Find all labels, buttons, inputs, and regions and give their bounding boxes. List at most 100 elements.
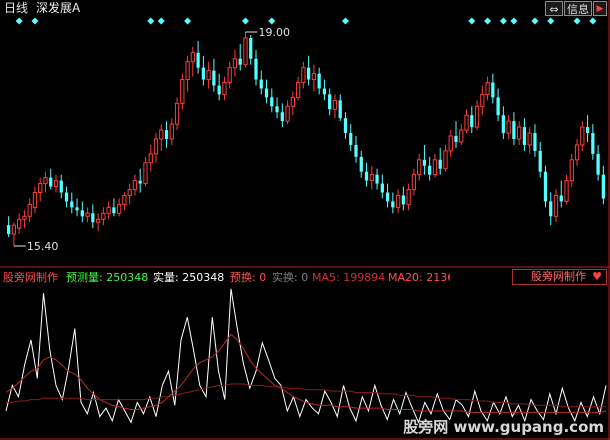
candle-body — [122, 194, 127, 205]
stock-name[interactable]: 深发展A — [36, 1, 80, 15]
candle — [27, 198, 32, 223]
layout-switch-icon[interactable]: ⇔ — [545, 1, 563, 16]
candle-body — [522, 127, 527, 145]
candle — [153, 133, 159, 163]
candle-body — [280, 112, 284, 122]
info-button[interactable]: 信息 — [564, 1, 592, 16]
candle — [232, 49, 238, 77]
candle-body — [70, 201, 74, 208]
candle — [227, 61, 232, 89]
candle — [122, 192, 127, 211]
ma5-readout: MA5: 199894 — [312, 271, 385, 284]
candle-body — [206, 70, 211, 81]
actual-turnover-label: 实换: — [272, 271, 298, 284]
candle — [438, 147, 442, 175]
candle — [380, 174, 384, 199]
candle — [401, 186, 405, 211]
candle — [375, 168, 379, 190]
forecast-turnover-value: 0 — [259, 271, 267, 284]
candle-body — [27, 203, 32, 217]
dropdown-heart-icon: ♥ — [592, 270, 602, 283]
candle-body — [464, 114, 469, 131]
candle-body — [480, 93, 485, 107]
forecast-turnover-label: 预换: — [230, 271, 256, 284]
candle — [591, 124, 595, 160]
candle-body — [591, 133, 595, 154]
candle-body — [459, 129, 464, 143]
candle-body — [322, 88, 327, 95]
candle — [7, 216, 11, 238]
candle — [106, 201, 111, 220]
candle-body — [164, 130, 169, 139]
candle — [159, 124, 164, 151]
forecast-turnover: 预换: 0 — [230, 271, 266, 284]
candle — [580, 121, 585, 151]
watermark: 股旁网 www.gupang.com — [403, 418, 604, 436]
candle — [474, 100, 480, 131]
candle-body — [448, 135, 453, 152]
candle-body — [328, 94, 332, 110]
candle — [64, 186, 69, 208]
candle-body — [501, 115, 505, 134]
candle — [522, 118, 527, 151]
candle-body — [232, 58, 238, 69]
candle — [417, 153, 422, 181]
candle — [322, 79, 327, 101]
candle-body — [38, 183, 43, 193]
candle — [70, 192, 74, 214]
candle-body — [422, 159, 427, 166]
candle — [307, 55, 311, 86]
candle-body — [375, 174, 379, 184]
forecast-volume: 预测量: 250348 — [66, 271, 148, 284]
ma20-value: 2136 — [426, 271, 450, 284]
signal-diamond — [147, 17, 155, 25]
candle-body — [270, 97, 274, 107]
candle-body — [153, 138, 159, 155]
candle-body — [474, 105, 480, 128]
stock-chart: 19.00 15.40 — [0, 0, 610, 440]
candle — [169, 118, 174, 145]
candle — [280, 103, 284, 128]
candle — [601, 165, 605, 205]
candle-body — [243, 37, 248, 66]
signal-diamond — [547, 17, 555, 25]
next-icon[interactable]: ▶ — [593, 1, 607, 16]
candle — [369, 165, 374, 190]
candle-body — [549, 201, 553, 217]
candle — [238, 43, 242, 71]
candle-body — [506, 120, 511, 134]
candle — [275, 97, 279, 119]
candle-body — [470, 115, 474, 128]
candle — [454, 121, 458, 148]
candle — [22, 210, 27, 229]
candle-body — [443, 150, 448, 170]
indicator-selector[interactable]: 股旁网制作 ♥ — [512, 269, 607, 285]
candle — [559, 180, 563, 208]
candle-body — [569, 159, 574, 182]
candle-body — [553, 194, 559, 217]
candle — [217, 73, 221, 101]
indicator-selector-label: 股旁网制作 — [531, 270, 586, 283]
candle-body — [432, 159, 438, 176]
candle-body — [43, 177, 48, 185]
candle — [328, 88, 332, 116]
candle — [75, 198, 79, 217]
period-label[interactable]: 日线 — [4, 1, 28, 15]
candle — [143, 156, 148, 187]
candle-body — [254, 58, 258, 80]
candle-body — [417, 159, 422, 176]
candle — [385, 183, 390, 208]
candle-body — [180, 79, 185, 104]
candle — [148, 144, 153, 172]
candle — [101, 207, 106, 226]
candle — [448, 130, 453, 157]
candle-body — [238, 58, 242, 65]
candle — [180, 73, 185, 110]
signal-diamond — [157, 17, 165, 25]
candle — [538, 141, 542, 178]
candle — [506, 115, 511, 139]
candle-body — [159, 129, 164, 140]
candle-body — [106, 206, 111, 214]
candle-body — [80, 210, 84, 217]
candle-body — [117, 203, 122, 214]
